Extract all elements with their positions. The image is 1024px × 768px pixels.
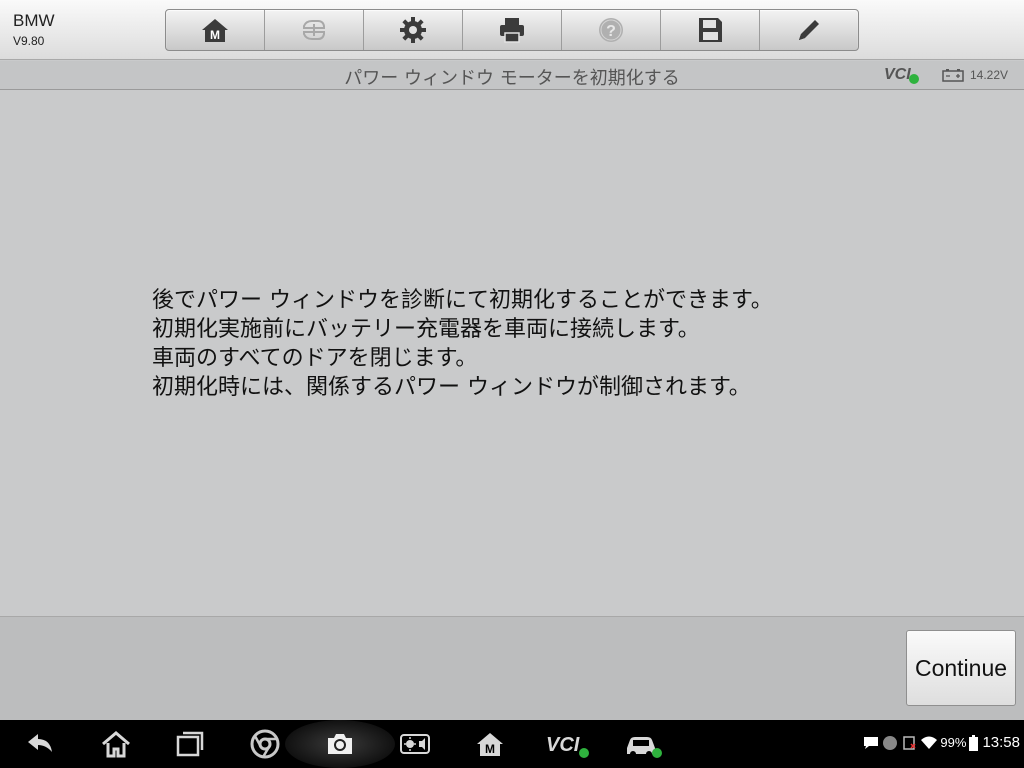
brightness-icon xyxy=(400,734,430,754)
save-icon xyxy=(699,18,722,42)
autel-home-app[interactable]: M xyxy=(473,728,507,760)
svg-text:M: M xyxy=(485,742,495,756)
main-content: 後でパワー ウィンドウを診断にて初期化することができます。 初期化実施前にバッテリ… xyxy=(0,90,1024,616)
chrome-app[interactable] xyxy=(248,728,282,760)
message-line: 車両のすべてのドアを閉じます。 xyxy=(152,346,478,371)
page-title: パワー ウィンドウ モーターを初期化する xyxy=(344,68,680,89)
camera-app[interactable] xyxy=(323,728,357,760)
pencil-icon xyxy=(799,20,819,40)
save-button[interactable] xyxy=(661,10,760,50)
home-nav-button[interactable] xyxy=(99,728,133,760)
title-bar: パワー ウィンドウ モーターを初期化する VCI 14.22V xyxy=(0,61,1024,90)
camera-icon xyxy=(328,734,352,754)
top-bar: BMW V9.80 M ? xyxy=(0,0,1024,60)
vci-icon: VCI xyxy=(546,734,589,758)
vci-app[interactable]: VCI xyxy=(546,728,590,760)
battery-percent: 99% xyxy=(940,735,967,750)
svg-text:VCI: VCI xyxy=(546,734,580,756)
message-line: 初期化時には、関係するパワー ウィンドウが制御されます。 xyxy=(152,375,751,400)
battery-voltage: 14.22V xyxy=(970,68,1009,82)
back-button[interactable] xyxy=(23,728,57,760)
instruction-message: 後でパワー ウィンドウを診断にて初期化することができます。 初期化実施前にバッテリ… xyxy=(152,286,773,402)
continue-button[interactable]: Continue xyxy=(906,630,1016,706)
gear-icon xyxy=(400,17,426,43)
printer-icon xyxy=(500,18,524,43)
vci-label: VCI xyxy=(884,66,911,83)
print-button[interactable] xyxy=(463,10,562,50)
vehicle-app[interactable] xyxy=(624,728,664,760)
message-line: 初期化実施前にバッテリー充電器を車両に接続します。 xyxy=(152,317,700,342)
no-sim-icon xyxy=(903,735,916,750)
toolbar: M ? xyxy=(165,9,859,51)
vci-status: VCI xyxy=(884,66,919,84)
recent-apps-icon xyxy=(176,731,204,757)
svg-text:?: ? xyxy=(606,23,616,40)
vci-connected-icon xyxy=(908,74,919,84)
bluetooth-badge-icon xyxy=(883,735,898,750)
status-area: 99% 13:58 xyxy=(860,734,1020,751)
brightness-volume-control[interactable] xyxy=(398,728,432,760)
help-button[interactable]: ? xyxy=(562,10,661,50)
home-button[interactable]: M xyxy=(166,10,265,50)
back-icon xyxy=(28,734,52,752)
clock: 13:58 xyxy=(982,734,1020,751)
brand-name: BMW xyxy=(13,11,55,30)
chrome-icon xyxy=(250,729,280,759)
recent-apps-button[interactable] xyxy=(173,728,207,760)
car-battery-icon xyxy=(942,69,964,82)
autel-home-icon: M xyxy=(477,733,503,756)
chat-notification-icon xyxy=(864,736,879,749)
vehicle-swap-button[interactable] xyxy=(265,10,364,50)
action-area: Continue xyxy=(0,616,1024,720)
svg-text:M: M xyxy=(210,28,220,42)
system-navigation-bar: M VCI 99% 13:58 xyxy=(0,720,1024,768)
vehicle-swap-icon xyxy=(303,20,325,40)
car-icon xyxy=(627,737,662,758)
app-version: V9.80 xyxy=(13,34,45,48)
wifi-icon xyxy=(921,736,938,749)
message-line: 後でパワー ウィンドウを診断にて初期化することができます。 xyxy=(152,288,773,313)
home-icon xyxy=(102,731,130,758)
autel-home-icon: M xyxy=(202,19,228,42)
edit-button[interactable] xyxy=(760,10,858,50)
battery-icon xyxy=(969,734,979,751)
settings-button[interactable] xyxy=(364,10,463,50)
brand: BMW V9.80 xyxy=(13,11,55,49)
help-icon: ? xyxy=(599,18,623,42)
